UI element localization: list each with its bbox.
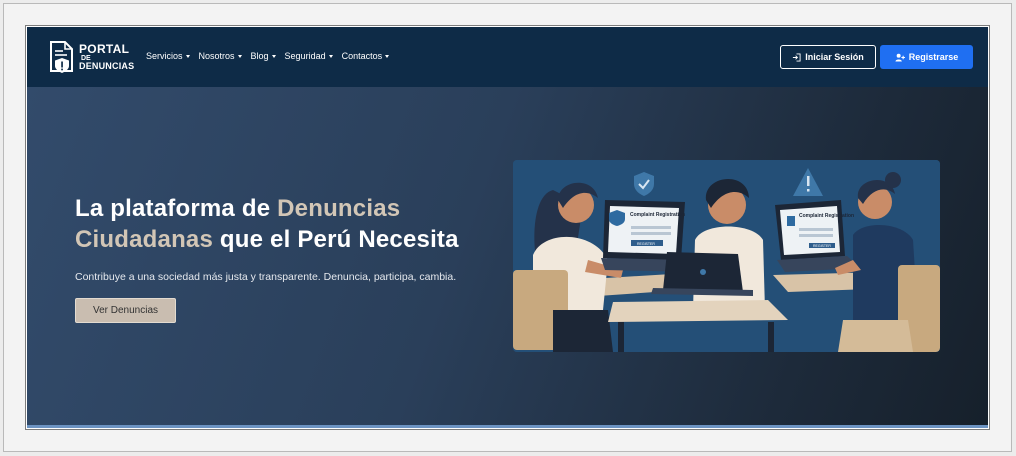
hero-title: La plataforma de Denuncias Ciudadanas qu… bbox=[75, 193, 515, 255]
register-button[interactable]: Registrarse bbox=[880, 45, 973, 69]
brand-wordmark: PORTAL DE DENUNCIAS bbox=[79, 43, 134, 71]
nav-item-nosotros[interactable]: Nosotros bbox=[199, 51, 242, 61]
user-plus-icon bbox=[895, 53, 905, 62]
caret-down-icon bbox=[328, 54, 333, 58]
brand-line1: PORTAL bbox=[79, 42, 130, 56]
nav-item-blog[interactable]: Blog bbox=[251, 51, 276, 61]
caret-down-icon bbox=[237, 54, 242, 58]
login-label: Iniciar Sesión bbox=[805, 52, 864, 62]
hero-bottom-border bbox=[27, 425, 988, 428]
brand-line3: DENUNCIAS bbox=[79, 61, 135, 71]
nav-item-label: Nosotros bbox=[198, 51, 235, 61]
hero-section: La plataforma de Denuncias Ciudadanas qu… bbox=[27, 87, 988, 428]
caret-down-icon bbox=[185, 54, 190, 58]
page-viewport: PORTAL DE DENUNCIAS Servicios Nosotros B… bbox=[27, 27, 988, 428]
document-shield-icon bbox=[50, 40, 73, 73]
screen1-title: Complaint Registration bbox=[630, 212, 685, 218]
nav-item-label: Seguridad bbox=[284, 51, 326, 61]
nav-item-seguridad[interactable]: Seguridad bbox=[285, 51, 333, 61]
caret-down-icon bbox=[385, 54, 390, 58]
hero-title-part2: que el Perú Necesita bbox=[213, 226, 459, 253]
nav-item-servicios[interactable]: Servicios bbox=[146, 51, 190, 61]
register-label: Registrarse bbox=[908, 52, 959, 62]
top-navbar: PORTAL DE DENUNCIAS Servicios Nosotros B… bbox=[27, 27, 988, 87]
screen1-button: REGISTER bbox=[637, 242, 655, 246]
sign-in-icon bbox=[793, 52, 801, 62]
caret-down-icon bbox=[271, 54, 276, 58]
hero-subtitle: Contribuye a una sociedad más justa y tr… bbox=[75, 271, 457, 283]
brand-logo[interactable]: PORTAL DE DENUNCIAS bbox=[49, 39, 134, 75]
hero-title-part1: La plataforma de bbox=[75, 195, 278, 222]
nav-item-contactos[interactable]: Contactos bbox=[342, 51, 390, 61]
screen2-button: REGISTER bbox=[813, 244, 831, 248]
view-complaints-button[interactable]: Ver Denuncias bbox=[75, 298, 176, 323]
hero-illustration: Complaint Registration REGISTER Complain… bbox=[513, 160, 940, 352]
nav-item-label: Blog bbox=[250, 51, 269, 61]
nav-item-label: Contactos bbox=[341, 51, 383, 61]
login-button[interactable]: Iniciar Sesión bbox=[780, 45, 876, 69]
main-menu: Servicios Nosotros Blog Seguridad Contac… bbox=[146, 51, 390, 61]
people-at-computers-image: Complaint Registration REGISTER Complain… bbox=[513, 160, 940, 352]
screen2-title: Complaint Registration bbox=[799, 213, 854, 219]
nav-item-label: Servicios bbox=[146, 51, 183, 61]
